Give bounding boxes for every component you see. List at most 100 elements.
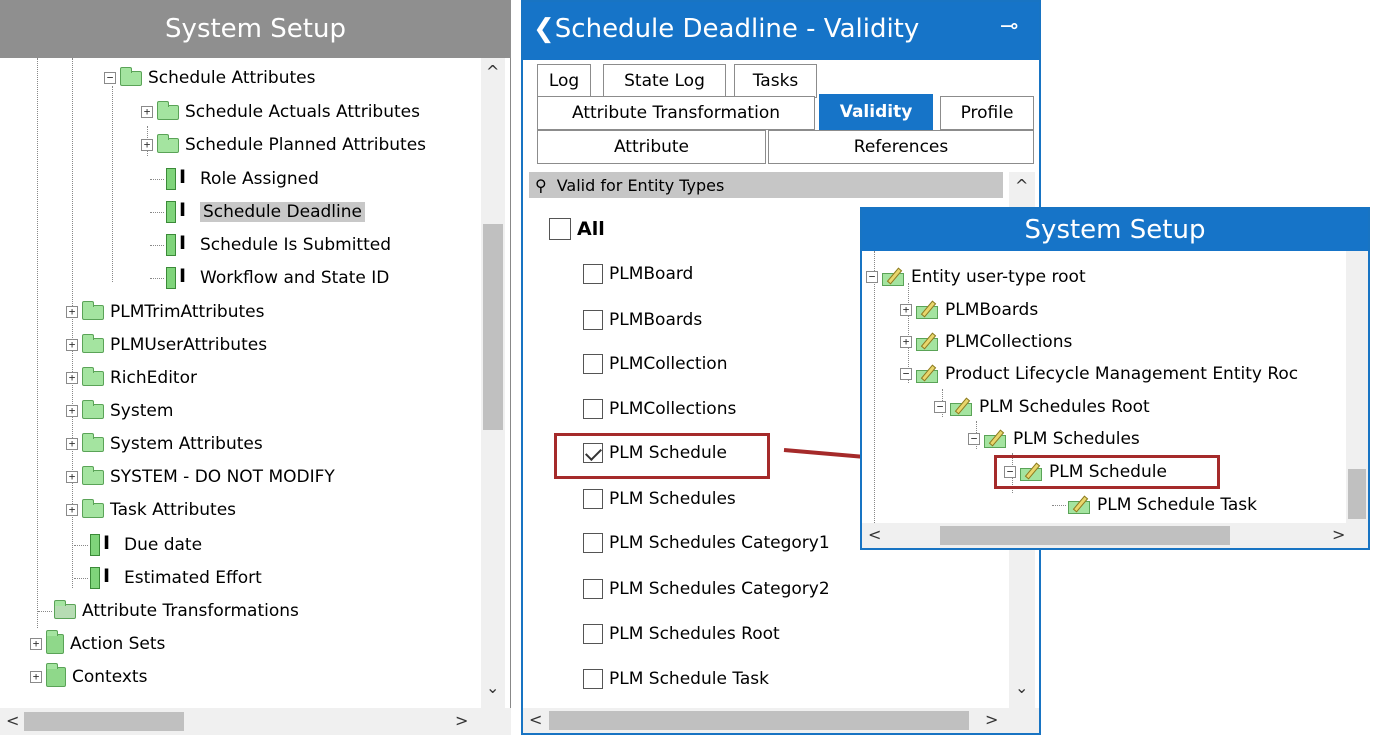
checkbox-plmboard[interactable]: PLMBoard (583, 264, 693, 284)
expand-icon[interactable]: + (66, 339, 78, 351)
checkbox-plm-schedules-category1[interactable]: PLM Schedules Category1 (583, 533, 830, 553)
tab-attribute-transformation[interactable]: Attribute Transformation (537, 96, 815, 130)
tab-attribute[interactable]: Attribute (537, 130, 766, 164)
tab-references[interactable]: References (768, 130, 1034, 164)
tree-item-schedule-planned-attributes[interactable]: + Schedule Planned Attributes (141, 130, 426, 160)
tree-item-schedule-deadline[interactable]: I Schedule Deadline (150, 197, 365, 227)
pin-icon[interactable]: ⚲ (535, 176, 547, 195)
scroll-thumb[interactable] (483, 224, 503, 430)
scroll-up-icon[interactable]: ^ (1015, 176, 1028, 195)
tree-item-workflow-and-state-id[interactable]: I Workflow and State ID (150, 263, 389, 293)
collapse-icon[interactable]: − (934, 401, 946, 413)
collapse-icon[interactable]: − (900, 368, 912, 380)
tree-item-attribute-transformations[interactable]: Attribute Transformations (38, 596, 299, 626)
tree-item-label: PLMCollections (945, 332, 1073, 352)
pin-icon[interactable]: ⊸ (1000, 14, 1018, 39)
tree-line (874, 251, 875, 541)
scroll-left-icon[interactable]: < (868, 525, 881, 544)
checkbox-plm-schedules-root[interactable]: PLM Schedules Root (583, 624, 780, 644)
tab-tasks[interactable]: Tasks (734, 64, 817, 98)
collapse-icon[interactable]: − (104, 72, 116, 84)
expand-icon[interactable]: + (66, 504, 78, 516)
popup-tree-item-plmcollections[interactable]: + PLMCollections (900, 327, 1072, 357)
scroll-thumb[interactable] (940, 526, 1230, 545)
expand-icon[interactable]: + (66, 438, 78, 450)
tree-item-contexts[interactable]: + Contexts (30, 662, 147, 692)
expand-icon[interactable]: + (66, 405, 78, 417)
checkbox-plmboards[interactable]: PLMBoards (583, 310, 702, 330)
expand-icon[interactable]: + (66, 471, 78, 483)
scroll-left-icon[interactable]: < (6, 711, 19, 730)
tree-item-schedule-attributes[interactable]: − Schedule Attributes (104, 63, 315, 93)
tree-item-label: System Attributes (110, 434, 263, 454)
tree-item-system[interactable]: + System (66, 396, 173, 426)
scroll-up-icon[interactable]: ^ (486, 62, 499, 81)
middle-horizontal-scrollbar[interactable]: < > (523, 708, 1039, 733)
tree-item-richeditor[interactable]: + RichEditor (66, 363, 197, 393)
tree-item-plmuserattributes[interactable]: + PLMUserAttributes (66, 330, 267, 360)
expand-icon[interactable]: + (66, 372, 78, 384)
tab-state-log[interactable]: State Log (603, 64, 726, 98)
checkbox[interactable] (583, 579, 603, 599)
tree-item-schedule-is-submitted[interactable]: I Schedule Is Submitted (150, 230, 391, 260)
expand-icon[interactable]: + (30, 671, 42, 683)
popup-tree-item-plm-schedules-root[interactable]: − PLM Schedules Root (934, 392, 1150, 422)
popup-vertical-scrollbar[interactable] (1346, 251, 1368, 523)
popup-tree-item-entity-user-type-root[interactable]: − Entity user-type root (866, 262, 1086, 292)
expand-icon[interactable]: + (900, 304, 912, 316)
popup-tree-item-plm-schedule-task[interactable]: PLM Schedule Task (1052, 490, 1257, 520)
left-vertical-scrollbar[interactable]: ^ ⌄ (481, 58, 505, 708)
checkbox[interactable] (583, 264, 603, 284)
expand-icon[interactable]: + (141, 139, 153, 151)
tree-item-system-do-not-modify[interactable]: + SYSTEM - DO NOT MODIFY (66, 462, 335, 492)
collapse-icon[interactable]: − (968, 433, 980, 445)
tab-validity[interactable]: Validity (819, 94, 933, 130)
scroll-right-icon[interactable]: > (985, 710, 998, 729)
popup-tree-item-plm-schedules[interactable]: − PLM Schedules (968, 424, 1140, 454)
tree-item-estimated-effort[interactable]: I Estimated Effort (74, 563, 262, 593)
checkbox[interactable] (583, 533, 603, 553)
checkbox[interactable] (583, 354, 603, 374)
folder-icon (82, 498, 104, 518)
popup-tree-item-plmboards[interactable]: + PLMBoards (900, 295, 1038, 325)
tab-log[interactable]: Log (537, 64, 591, 98)
expand-icon[interactable]: + (900, 336, 912, 348)
expand-icon[interactable]: + (66, 306, 78, 318)
popup-horizontal-scrollbar[interactable]: < > (862, 523, 1368, 548)
scroll-down-icon[interactable]: ⌄ (486, 678, 499, 697)
tree-item-schedule-actuals-attributes[interactable]: + Schedule Actuals Attributes (141, 97, 420, 127)
checkbox[interactable] (583, 489, 603, 509)
left-horizontal-scrollbar[interactable]: < > (0, 708, 511, 735)
collapse-icon[interactable]: − (866, 271, 878, 283)
tree-item-plmtrimattributes[interactable]: + PLMTrimAttributes (66, 297, 264, 327)
checkbox-plm-schedule-task[interactable]: PLM Schedule Task (583, 669, 769, 689)
tab-profile[interactable]: Profile (940, 96, 1034, 130)
scroll-right-icon[interactable]: > (1332, 525, 1345, 544)
scroll-thumb[interactable] (549, 711, 969, 730)
scroll-left-icon[interactable]: < (529, 710, 542, 729)
tree-item-due-date[interactable]: I Due date (74, 530, 202, 560)
scroll-down-icon[interactable]: ⌄ (1015, 678, 1028, 697)
popup-tree-item-product-lifecycle-management-entity-root[interactable]: − Product Lifecycle Management Entity Ro… (900, 359, 1350, 389)
scroll-thumb[interactable] (1348, 469, 1366, 519)
expand-icon[interactable]: + (141, 106, 153, 118)
tree-item-task-attributes[interactable]: + Task Attributes (66, 495, 236, 525)
tree-item-system-attributes[interactable]: + System Attributes (66, 429, 263, 459)
checkbox-plm-schedules-category2[interactable]: PLM Schedules Category2 (583, 579, 830, 599)
checkbox[interactable] (583, 669, 603, 689)
tree-item-role-assigned[interactable]: I Role Assigned (150, 164, 319, 194)
panel-title[interactable]: ❮Schedule Deadline - Validity (533, 14, 919, 44)
scroll-right-icon[interactable]: > (455, 711, 468, 730)
tree-item-action-sets[interactable]: + Action Sets (30, 629, 165, 659)
checkbox[interactable] (583, 310, 603, 330)
tree-item-label: Action Sets (70, 634, 166, 654)
checkbox-all[interactable]: All (549, 218, 605, 240)
checkbox[interactable] (583, 624, 603, 644)
checkbox[interactable] (549, 218, 571, 240)
expand-icon[interactable]: + (30, 638, 42, 650)
checkbox[interactable] (583, 399, 603, 419)
scroll-thumb[interactable] (24, 712, 184, 731)
checkbox-plm-schedules[interactable]: PLM Schedules (583, 489, 736, 509)
checkbox-plmcollection[interactable]: PLMCollection (583, 354, 727, 374)
checkbox-plmcollections[interactable]: PLMCollections (583, 399, 736, 419)
